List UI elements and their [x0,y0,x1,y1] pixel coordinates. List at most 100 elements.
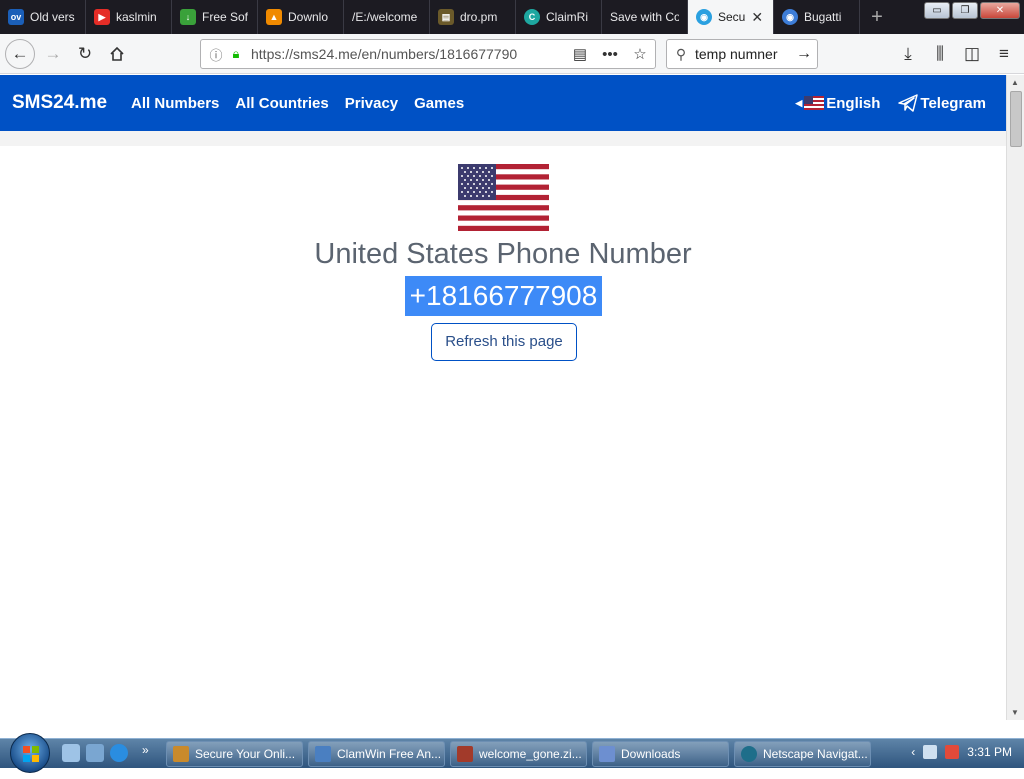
download-icon: ↓ [180,9,196,25]
sidebar-button[interactable]: ◫ [956,39,988,69]
tab-strip: ov Old vers ▶ kaslmin ↓ Free Sof ▲ Downl… [0,0,1024,34]
network-icon[interactable] [923,745,938,759]
task-label: Netscape Navigat... [763,747,868,761]
tab-8-active[interactable]: ◉ Secu ✕ [688,0,774,34]
tab-label: Downlo [288,10,329,24]
forward-button[interactable]: → [38,39,68,69]
arrow-left-icon: ← [11,43,29,63]
start-button[interactable] [10,733,50,773]
internet-explorer-icon[interactable] [110,744,128,762]
hamburger-icon: ≡ [999,44,1009,63]
claimrig-icon: C [524,9,540,25]
us-flag-icon [804,96,825,110]
show-desktop-icon[interactable] [62,744,80,762]
tab-3[interactable]: ▲ Downlo [258,0,344,34]
ov-icon: ov [8,9,24,25]
browser-toolbar: ← → ↻ ⓘ 🔒︎ https://sms24.me/en/numbers/1… [0,34,1024,74]
scroll-down-icon[interactable]: ▼ [1011,708,1019,717]
page-title: United States Phone Number [314,238,692,270]
close-window-button[interactable]: ✕ [980,2,1020,19]
scroll-thumb[interactable] [1010,91,1022,147]
menu-button[interactable]: ≡ [988,39,1020,69]
back-button[interactable]: ← [5,38,35,69]
clock[interactable]: 3:31 PM [967,745,1012,759]
task-item[interactable]: welcome_gone.zi... [450,741,587,767]
clamwin-task-icon [315,746,331,762]
new-tab-button[interactable]: + [860,0,894,34]
tray-expand-icon[interactable]: ‹ [911,745,915,759]
navbar-right: ◀ English Telegram [795,75,986,131]
vertical-scrollbar[interactable]: ▲ ▼ [1006,75,1024,720]
tab-1[interactable]: ▶ kaslmin [86,0,172,34]
task-item[interactable]: Downloads [592,741,729,767]
info-icon[interactable]: ⓘ [205,45,227,64]
tab-2[interactable]: ↓ Free Sof [172,0,258,34]
library-button[interactable]: ⫼ [924,39,956,69]
task-label: welcome_gone.zi... [479,747,582,761]
tab-6[interactable]: C ClaimRi [516,0,602,34]
tab-label: ClaimRi [546,10,588,24]
url-bar[interactable]: ⓘ 🔒︎ https://sms24.me/en/numbers/1816677… [200,39,656,69]
nav-all-countries[interactable]: All Countries [235,95,328,112]
quick-launch-expand-icon[interactable]: » [142,743,149,757]
telegram-link[interactable]: Telegram [898,94,986,112]
minimize-button[interactable]: ▭ [924,2,950,19]
quick-launch [62,744,128,762]
url-text[interactable]: https://sms24.me/en/numbers/1816677790 [245,46,565,62]
library-icon: ⫼ [936,44,944,63]
dropm-icon: ▤ [438,9,454,25]
tab-label: /E:/welcome [352,10,418,24]
lock-icon[interactable]: 🔒︎ [227,46,245,62]
refresh-button[interactable]: Refresh this page [431,323,577,361]
window-controls: ▭ ❐ ✕ [924,2,1020,19]
tab-label: Secu [718,10,746,24]
archive-task-icon [457,746,473,762]
task-label: Downloads [621,747,681,761]
tab-label: Old vers [30,10,75,24]
maximize-button[interactable]: ❐ [952,2,978,19]
downloads-button[interactable]: ⤓ [892,39,924,69]
reader-view-icon[interactable]: ▤ [565,45,595,63]
switch-windows-icon[interactable] [86,744,104,762]
nav-all-numbers[interactable]: All Numbers [131,95,219,112]
sidebar-icon: ◫ [963,44,981,63]
search-input[interactable]: temp numner [695,46,791,62]
volume-muted-icon[interactable] [945,745,960,759]
site-navbar: SMS24.me All Numbers All Countries Priva… [0,75,1006,131]
reload-button[interactable]: ↻ [70,39,100,69]
tab-9[interactable]: ◉ Bugatti [774,0,860,34]
task-label: ClamWin Free An... [337,747,442,761]
nav-privacy[interactable]: Privacy [345,95,398,112]
youtube-icon: ▶ [94,9,110,25]
home-icon [110,46,124,61]
scroll-up-icon[interactable]: ▲ [1011,78,1019,87]
tab-label: dro.pm [460,10,498,24]
system-tray: ‹ 3:31 PM [911,745,1012,759]
vlc-icon: ▲ [266,9,282,25]
tab-4[interactable]: /E:/welcome [344,0,430,34]
home-button[interactable] [102,39,132,69]
language-dropdown[interactable]: ◀ English [795,95,880,112]
tab-5[interactable]: ▤ dro.pm [430,0,516,34]
search-go-icon[interactable]: → [791,45,817,63]
task-item[interactable]: Secure Your Onli... [166,741,303,767]
us-flag-image [458,164,549,231]
task-item[interactable]: ClamWin Free An... [308,741,445,767]
tab-label: kaslmin [116,10,157,24]
download-arrow-icon: ⤓ [904,44,912,63]
arrow-right-icon: → [44,43,62,63]
site-brand[interactable]: SMS24.me [12,92,107,114]
nav-games[interactable]: Games [414,95,464,112]
language-label: English [826,94,881,112]
toolbar-right: ⤓ ⫼ ◫ ≡ [892,39,1020,69]
tab-7[interactable]: Save with Co [602,0,688,34]
search-bar[interactable]: ⚲ temp numner → [666,39,818,69]
folder-task-icon [599,746,615,762]
page-actions-icon[interactable]: ••• [595,46,625,63]
tab-0[interactable]: ov Old vers [0,0,86,34]
phone-number[interactable]: +18166777908 [405,276,602,316]
star-icon[interactable]: ☆ [625,45,655,63]
windows-logo-icon [23,746,39,762]
task-item[interactable]: Netscape Navigat... [734,741,871,767]
close-tab-icon[interactable]: ✕ [751,9,763,26]
